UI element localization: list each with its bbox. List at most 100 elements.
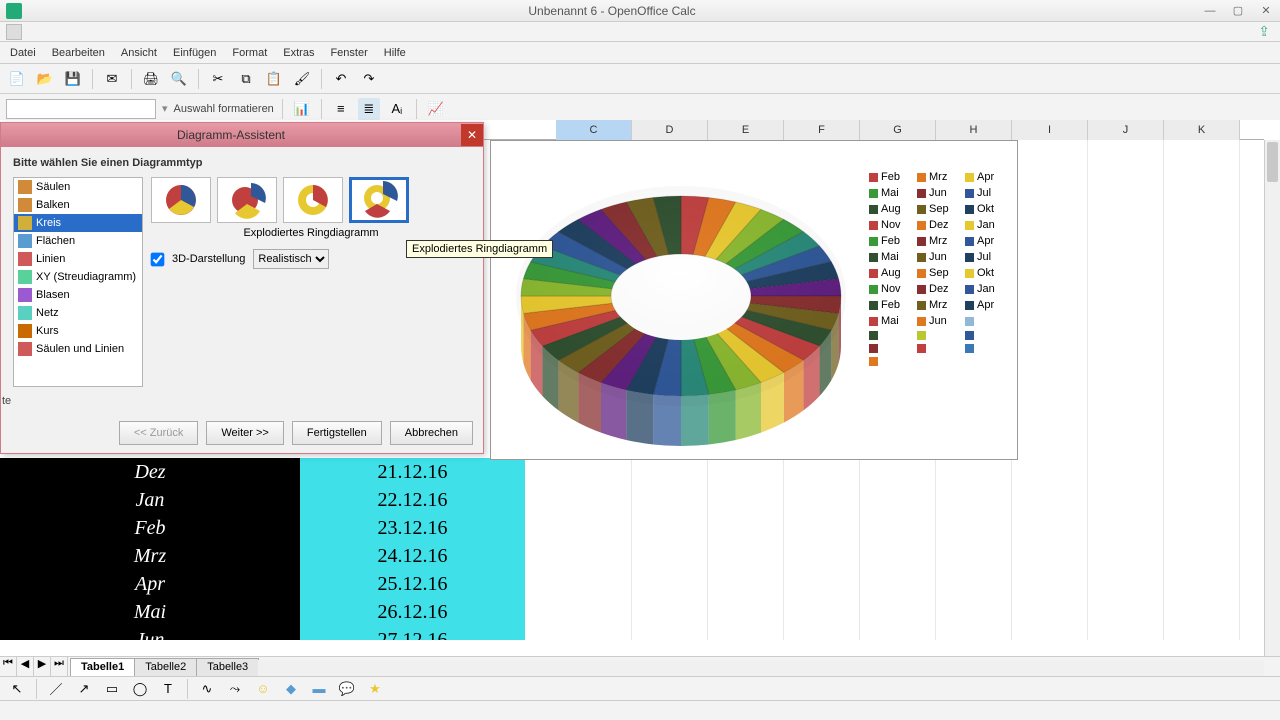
window-title: Unbenannt 6 - OpenOffice Calc (28, 4, 1196, 18)
menu-bearbeiten[interactable]: Bearbeiten (44, 44, 113, 62)
subtype-tooltip: Explodiertes Ringdiagramm (406, 240, 553, 258)
arrow-icon[interactable]: ↗ (73, 678, 95, 700)
sheet-nav-arrows[interactable]: ⏮◀▶⏭ (0, 657, 68, 677)
legend-item: Apr (965, 299, 1003, 311)
legend-item (965, 344, 1003, 353)
vertical-scrollbar[interactable] (1264, 140, 1280, 656)
chart-type-item[interactable]: Kreis (14, 214, 142, 232)
wizard-close-button[interactable]: ✕ (461, 124, 483, 146)
col-header-C[interactable]: C (556, 120, 632, 140)
mail-icon[interactable]: ✉ (101, 68, 123, 90)
col-header-K[interactable]: K (1164, 120, 1240, 140)
connector-icon[interactable]: ⤳ (224, 678, 246, 700)
paste-icon[interactable]: 📋 (263, 68, 285, 90)
pointer-icon[interactable]: ↖ (6, 678, 28, 700)
menu-extras[interactable]: Extras (275, 44, 322, 62)
menu-hilfe[interactable]: Hilfe (376, 44, 414, 62)
chart-subtype-option[interactable] (349, 177, 409, 223)
chart-data-icon[interactable]: 📊 (291, 98, 313, 120)
grid-v-icon[interactable]: ≣ (358, 98, 380, 120)
status-bar (0, 700, 1280, 720)
stars-icon[interactable]: ★ (364, 678, 386, 700)
chart-type-item[interactable]: Blasen (14, 286, 142, 304)
chart-type-list[interactable]: SäulenBalkenKreisFlächenLinienXY (Streud… (13, 177, 143, 387)
document-strip: ⇪ (0, 22, 1280, 42)
callouts-icon[interactable]: 💬 (336, 678, 358, 700)
horizontal-scrollbar[interactable] (258, 660, 1264, 676)
menu-format[interactable]: Format (224, 44, 275, 62)
symbol-shapes-icon[interactable]: ◆ (280, 678, 302, 700)
format-selection-label[interactable]: Auswahl formatieren (174, 103, 274, 115)
chart-type-item[interactable]: Säulen und Linien (14, 340, 142, 358)
legend-item: Dez (917, 283, 955, 295)
cancel-button[interactable]: Abbrechen (390, 421, 473, 445)
menu-fenster[interactable]: Fenster (322, 44, 375, 62)
chart-type-icon[interactable]: 📈 (425, 98, 447, 120)
upload-icon[interactable]: ⇪ (1258, 23, 1270, 40)
chart-type-item[interactable]: Säulen (14, 178, 142, 196)
print-icon[interactable]: 🖨 (140, 68, 162, 90)
grid-h-icon[interactable]: ≡ (330, 98, 352, 120)
next-button[interactable]: Weiter >> (206, 421, 284, 445)
menu-ansicht[interactable]: Ansicht (113, 44, 165, 62)
3d-label[interactable]: 3D-Darstellung (172, 253, 245, 265)
wizard-titlebar: Diagramm-Assistent ✕ (1, 123, 483, 147)
new-icon[interactable]: 📄 (6, 68, 28, 90)
copy-icon[interactable]: ⧉ (235, 68, 257, 90)
3d-style-select[interactable]: RealistischEinfach (253, 249, 329, 269)
legend-item (869, 344, 907, 353)
chart-subtype-option[interactable] (151, 177, 211, 223)
chart-type-item[interactable]: XY (Streudiagramm) (14, 268, 142, 286)
style-select[interactable] (6, 99, 156, 119)
sheet-tab[interactable]: Tabelle3 (196, 658, 259, 676)
basic-shapes-icon[interactable]: ☺ (252, 678, 274, 700)
window-titlebar: Unbenannt 6 - OpenOffice Calc — ▢ ✕ (0, 0, 1280, 22)
curve-icon[interactable]: ∿ (196, 678, 218, 700)
drawing-toolbar: ↖ ／ ↗ ▭ ◯ T ∿ ⤳ ☺ ◆ ▬ 💬 ★ (0, 676, 1280, 700)
maximize-button[interactable]: ▢ (1224, 1, 1252, 21)
finish-button[interactable]: Fertigstellen (292, 421, 382, 445)
block-arrows-icon[interactable]: ▬ (308, 678, 330, 700)
col-header-H[interactable]: H (936, 120, 1012, 140)
text-icon[interactable]: T (157, 678, 179, 700)
axes-icon[interactable]: Aᵢ (386, 98, 408, 120)
chart-type-item[interactable]: Netz (14, 304, 142, 322)
line-icon[interactable]: ／ (45, 678, 67, 700)
chart-type-item[interactable]: Flächen (14, 232, 142, 250)
col-header-D[interactable]: D (632, 120, 708, 140)
back-button[interactable]: << Zurück (119, 421, 199, 445)
col-header-J[interactable]: J (1088, 120, 1164, 140)
minimize-button[interactable]: — (1196, 1, 1224, 21)
legend-item: Jul (965, 187, 1003, 199)
document-icon[interactable] (6, 24, 22, 40)
chart-subtype-option[interactable] (217, 177, 277, 223)
wizard-title: Diagramm-Assistent (1, 128, 461, 142)
cut-icon[interactable]: ✂ (207, 68, 229, 90)
chart-subtype-option[interactable] (283, 177, 343, 223)
preview-icon[interactable]: 🔍 (168, 68, 190, 90)
col-header-I[interactable]: I (1012, 120, 1088, 140)
legend-item: Feb (869, 235, 907, 247)
paintbrush-icon[interactable]: 🖌 (291, 68, 313, 90)
save-icon[interactable]: 💾 (62, 68, 84, 90)
open-icon[interactable]: 📂 (34, 68, 56, 90)
sheet-tab[interactable]: Tabelle1 (70, 658, 135, 676)
col-header-F[interactable]: F (784, 120, 860, 140)
chart-type-item[interactable]: Linien (14, 250, 142, 268)
menu-datei[interactable]: Datei (2, 44, 44, 62)
redo-icon[interactable]: ↷ (358, 68, 380, 90)
3d-checkbox[interactable] (151, 252, 165, 266)
chart-preview[interactable]: FebMrzAprMaiJunJulAugSepOktNovDezJanFebM… (490, 140, 1018, 460)
ellipse-icon[interactable]: ◯ (129, 678, 151, 700)
legend-item: Jan (965, 219, 1003, 231)
chart-type-item[interactable]: Balken (14, 196, 142, 214)
rect-icon[interactable]: ▭ (101, 678, 123, 700)
menu-einfügen[interactable]: Einfügen (165, 44, 224, 62)
col-header-G[interactable]: G (860, 120, 936, 140)
legend-item: Aug (869, 203, 907, 215)
close-button[interactable]: ✕ (1252, 1, 1280, 21)
undo-icon[interactable]: ↶ (330, 68, 352, 90)
col-header-E[interactable]: E (708, 120, 784, 140)
sheet-tab[interactable]: Tabelle2 (134, 658, 197, 676)
chart-type-item[interactable]: Kurs (14, 322, 142, 340)
